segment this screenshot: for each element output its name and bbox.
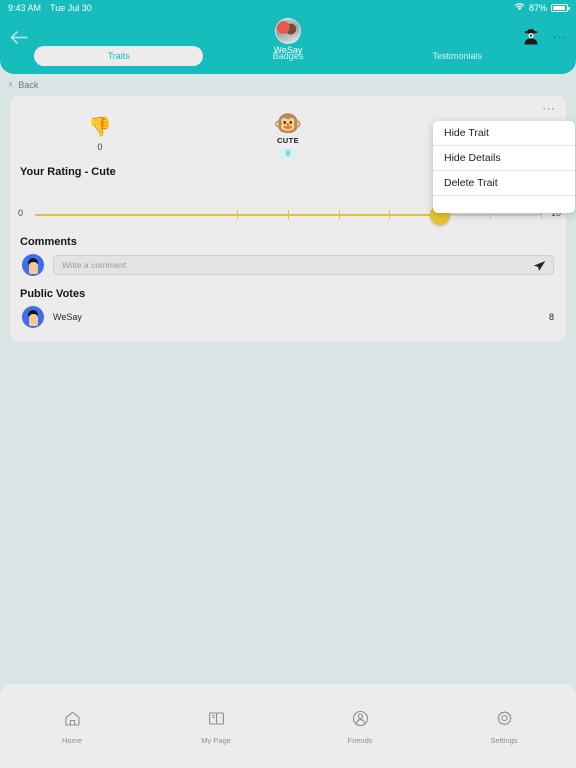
vote-score: 8 xyxy=(548,312,554,322)
slider-min-label: 0 xyxy=(18,208,24,218)
slider-track[interactable]: 8 xyxy=(35,188,542,225)
menu-footer-spacer xyxy=(433,196,575,213)
tab-settings[interactable]: Settings xyxy=(432,710,576,768)
vote-user-name: WeSay xyxy=(53,312,82,322)
slider-tick xyxy=(389,210,391,219)
battery-percent: 87% xyxy=(528,3,547,13)
comment-compose-row: Write a comment xyxy=(10,248,566,276)
tab-home-label: Home xyxy=(61,736,82,745)
back-label: Back xyxy=(18,80,39,90)
trait-score-badge: 8 xyxy=(279,148,297,159)
trait-name: CUTE xyxy=(276,136,300,145)
comment-input[interactable]: Write a comment xyxy=(53,255,554,275)
tab-settings-label: Settings xyxy=(490,736,518,745)
tab-friends-label: Friends xyxy=(347,736,373,745)
avatar xyxy=(22,306,44,328)
status-date: Tue Jul 30 xyxy=(50,3,92,13)
send-icon[interactable] xyxy=(533,260,546,274)
gear-icon xyxy=(496,710,513,732)
bottom-tab-bar: Home My Page Friends Settings xyxy=(0,684,576,768)
app-screen: 9:43 AM Tue Jul 30 87% WeSay ⋯ Traits Ba… xyxy=(0,0,576,768)
menu-item-hide-trait[interactable]: Hide Trait xyxy=(433,121,575,146)
menu-item-delete-trait[interactable]: Delete Trait xyxy=(433,171,575,196)
back-bar[interactable]: ‹ Back xyxy=(0,74,576,96)
comments-title: Comments xyxy=(20,236,77,248)
ellipsis-icon[interactable]: ⋯ xyxy=(552,30,568,45)
tab-traits[interactable]: Traits xyxy=(34,46,204,66)
menu-item-hide-details[interactable]: Hide Details xyxy=(433,146,575,171)
wifi-icon xyxy=(514,3,525,13)
battery-icon xyxy=(551,4,570,12)
status-time: 9:43 AM xyxy=(8,3,42,13)
public-votes-title: Public Votes xyxy=(20,288,86,300)
teddy-bear-icon: 🐵 xyxy=(273,110,303,136)
status-bar: 9:43 AM Tue Jul 30 87% xyxy=(0,0,576,16)
friends-icon xyxy=(352,710,369,732)
detective-icon[interactable] xyxy=(522,28,540,46)
tab-my-page[interactable]: My Page xyxy=(144,710,288,768)
slider-tick xyxy=(288,210,289,219)
slider-tick xyxy=(338,210,340,219)
tab-testimonials[interactable]: Testimonials xyxy=(373,46,542,66)
slider-tick xyxy=(237,210,239,219)
tab-friends[interactable]: Friends xyxy=(288,710,432,768)
app-header: 9:43 AM Tue Jul 30 87% WeSay ⋯ Traits Ba… xyxy=(0,0,576,74)
profile-avatar[interactable] xyxy=(275,18,301,44)
segmented-control: Traits Badges Testimonials xyxy=(34,46,542,66)
context-menu: Hide Trait Hide Details Delete Trait xyxy=(433,121,575,213)
table-row[interactable]: WeSay 8 xyxy=(10,300,566,328)
tab-my-page-label: My Page xyxy=(201,736,231,745)
user-avatar[interactable] xyxy=(22,254,44,276)
home-icon xyxy=(64,710,81,732)
chevron-left-icon: ‹ xyxy=(9,79,13,90)
header-actions: ⋯ xyxy=(522,28,568,46)
book-icon xyxy=(208,710,225,732)
tab-badges[interactable]: Badges xyxy=(203,46,372,66)
tab-home[interactable]: Home xyxy=(0,710,144,768)
